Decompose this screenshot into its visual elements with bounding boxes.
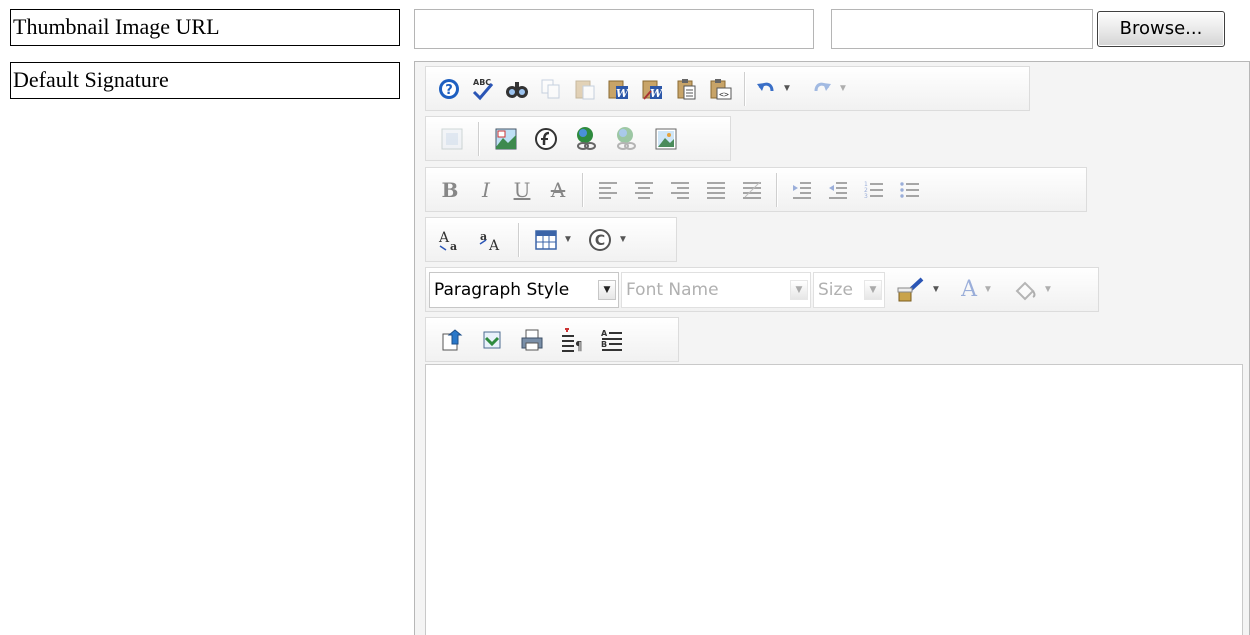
chevron-down-icon: ▼: [790, 279, 808, 300]
image-manager-icon[interactable]: [432, 121, 472, 157]
format-stripper-icon[interactable]: ▼: [887, 272, 949, 308]
chevron-down-icon: ▼: [598, 279, 616, 300]
browse-button[interactable]: Browse...: [1097, 11, 1225, 47]
justify-icon[interactable]: [698, 172, 734, 208]
toolbar-insert: Aa aA ▼ C ▼: [425, 217, 677, 262]
paste-plain-text-icon[interactable]: [670, 71, 704, 107]
font-size-value: Size: [818, 279, 853, 300]
export-icon[interactable]: [432, 322, 472, 358]
align-right-icon[interactable]: [662, 172, 698, 208]
font-color-icon[interactable]: A ▼: [949, 272, 1005, 308]
file-path-input[interactable]: [831, 9, 1093, 49]
font-name-dropdown[interactable]: Font Name ▼: [621, 271, 811, 308]
find-icon[interactable]: [500, 71, 534, 107]
indent-icon[interactable]: [784, 172, 820, 208]
outdent-icon[interactable]: [820, 172, 856, 208]
flash-icon[interactable]: [526, 121, 566, 157]
subscript-icon[interactable]: aA: [472, 222, 512, 258]
hyperlink-icon[interactable]: [566, 121, 606, 157]
background-color-icon[interactable]: ▼: [1005, 272, 1061, 308]
paste-html-icon[interactable]: <>: [704, 71, 738, 107]
paragraph-style-value: Paragraph Style: [434, 279, 570, 300]
svg-text:B: B: [601, 340, 607, 349]
paste-from-word-clean-icon[interactable]: W: [636, 71, 670, 107]
svg-text:3: 3: [864, 193, 868, 199]
justify-none-icon[interactable]: [734, 172, 770, 208]
image-map-icon[interactable]: [486, 121, 526, 157]
chevron-down-icon: ▼: [864, 279, 882, 300]
align-center-icon[interactable]: [626, 172, 662, 208]
svg-text:W: W: [650, 87, 664, 100]
toolbar-tools: ¶ AB: [425, 317, 679, 362]
toolbar-fonts: Paragraph Style ▼ Font Name ▼ Size ▼ ▼ A…: [425, 267, 1099, 312]
undo-icon[interactable]: ▼: [752, 71, 796, 107]
superscript-icon[interactable]: Aa: [432, 222, 472, 258]
editor-content-area[interactable]: [425, 364, 1243, 635]
redo-icon[interactable]: ▼: [806, 71, 854, 107]
paste-icon[interactable]: [568, 71, 602, 107]
font-name-value: Font Name: [626, 279, 719, 300]
remove-link-icon[interactable]: [606, 121, 646, 157]
font-size-dropdown[interactable]: Size ▼: [813, 271, 885, 308]
thumbnail-image-url-label: Thumbnail Image URL: [10, 9, 400, 46]
svg-text:<>: <>: [719, 90, 729, 99]
import-icon[interactable]: [472, 322, 512, 358]
insert-image-icon[interactable]: [646, 121, 686, 157]
underline-icon[interactable]: U: [504, 172, 540, 208]
thumbnail-url-input[interactable]: [414, 9, 814, 49]
strikethrough-icon[interactable]: A: [540, 172, 576, 208]
svg-text:ABC: ABC: [473, 78, 491, 87]
toolbar-formatting: B I U A 123: [425, 167, 1087, 212]
rich-text-editor: ? ABC W W <> ▼ ▼ B I U A 1 2 3 A a a A ▼…: [414, 61, 1250, 635]
svg-text:A: A: [438, 230, 450, 246]
default-signature-label: Default Signature: [10, 62, 400, 99]
copy-icon[interactable]: [534, 71, 568, 107]
svg-text:A: A: [601, 329, 608, 338]
svg-text:?: ?: [445, 83, 453, 98]
table-icon[interactable]: ▼: [526, 222, 582, 258]
italic-icon[interactable]: I: [468, 172, 504, 208]
svg-text:W: W: [616, 87, 630, 100]
svg-text:C: C: [595, 233, 605, 249]
paste-from-word-icon[interactable]: W: [602, 71, 636, 107]
bullet-list-icon[interactable]: [892, 172, 928, 208]
toolbar-clipboard: ? ABC W W <> ▼ ▼: [425, 66, 1030, 111]
format-list-icon[interactable]: AB: [592, 322, 632, 358]
spellcheck-icon[interactable]: ABC: [466, 71, 500, 107]
help-icon[interactable]: ?: [432, 71, 466, 107]
page: Thumbnail Image URL Default Signature Br…: [0, 0, 1250, 635]
insert-paragraph-icon[interactable]: ¶: [552, 322, 592, 358]
paragraph-style-dropdown[interactable]: Paragraph Style ▼: [429, 271, 619, 308]
numbered-list-icon[interactable]: 123: [856, 172, 892, 208]
svg-text:a: a: [450, 240, 457, 252]
bold-icon[interactable]: B: [432, 172, 468, 208]
svg-text:¶: ¶: [575, 339, 583, 352]
print-icon[interactable]: [512, 322, 552, 358]
symbol-icon[interactable]: C ▼: [582, 222, 634, 258]
toolbar-media: [425, 116, 731, 161]
svg-text:A: A: [488, 238, 500, 252]
align-left-icon[interactable]: [590, 172, 626, 208]
